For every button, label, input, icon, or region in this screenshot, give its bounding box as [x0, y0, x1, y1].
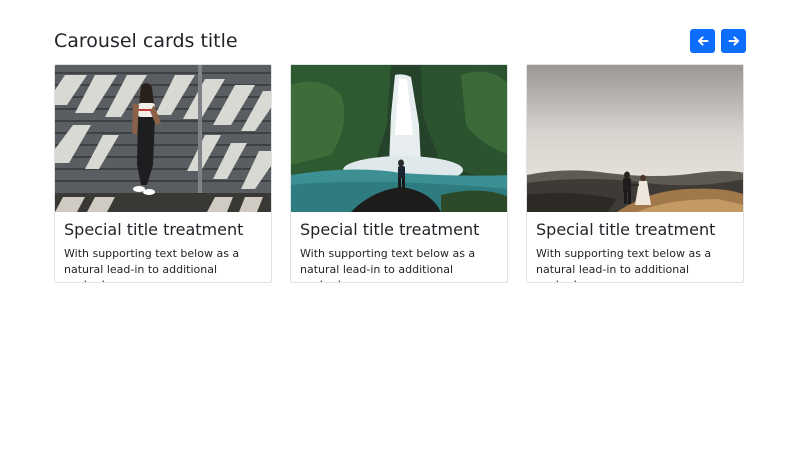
card-image — [527, 65, 743, 212]
card-text: With supporting text below as a natural … — [300, 247, 476, 282]
card-body: Special title treatment With supporting … — [536, 218, 738, 282]
arrow-right-icon — [728, 36, 739, 46]
carousel-card: Special title treatment With supporting … — [526, 64, 744, 283]
arrow-left-icon — [697, 36, 708, 46]
card-body: Special title treatment With supporting … — [300, 218, 502, 282]
card-title: Special title treatment — [64, 220, 244, 239]
carousel-card: Special title treatment With supporting … — [54, 64, 272, 283]
card-image — [55, 65, 271, 212]
card-body: Special title treatment With supporting … — [64, 218, 266, 282]
card-image — [291, 65, 507, 212]
card-text: With supporting text below as a natural … — [536, 247, 712, 282]
card-title: Special title treatment — [300, 220, 480, 239]
carousel-card: Special title treatment With supporting … — [290, 64, 508, 283]
carousel-title: Carousel cards title — [54, 30, 238, 52]
card-title: Special title treatment — [536, 220, 716, 239]
card-text: With supporting text below as a natural … — [64, 247, 240, 282]
carousel-prev-button[interactable] — [690, 29, 715, 53]
carousel-next-button[interactable] — [721, 29, 746, 53]
carousel-header: Carousel cards title — [54, 28, 746, 54]
